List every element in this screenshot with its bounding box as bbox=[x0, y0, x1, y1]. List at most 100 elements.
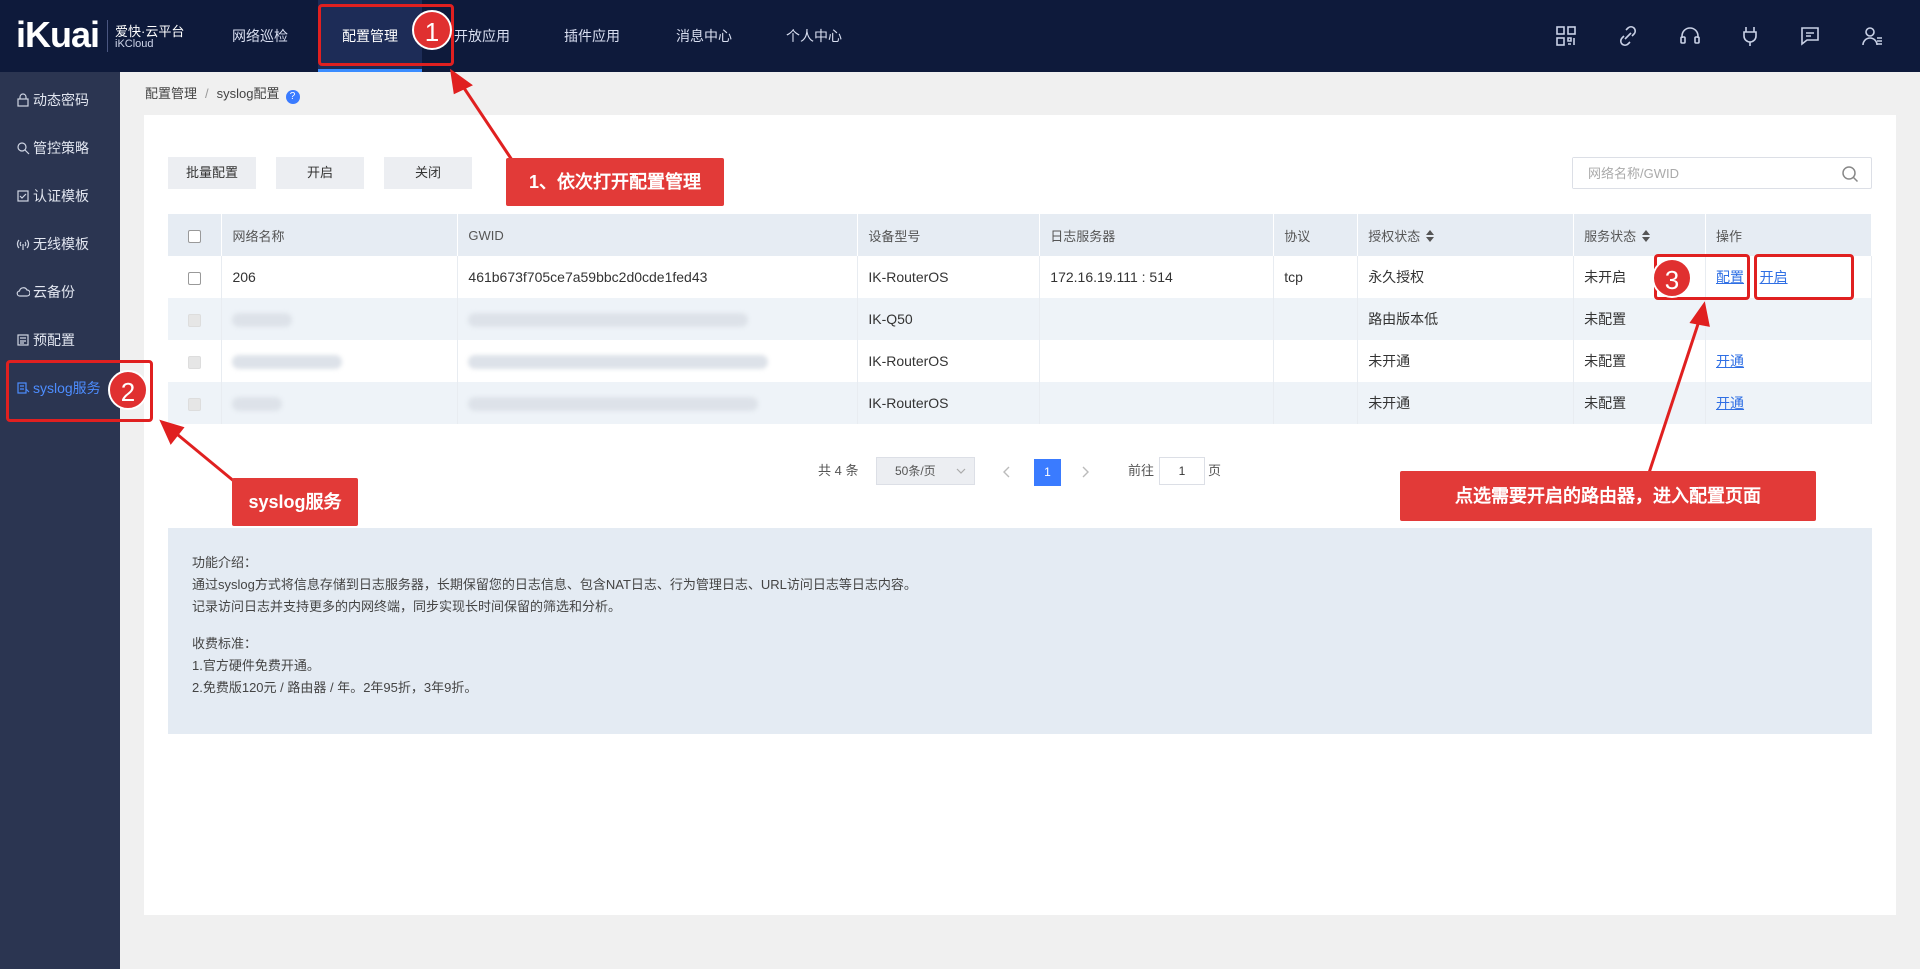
select-all-checkbox[interactable] bbox=[188, 229, 202, 243]
cell-actions: 开通 bbox=[1705, 382, 1872, 424]
logo: iKuai bbox=[16, 14, 100, 55]
grid-icon[interactable] bbox=[1554, 24, 1578, 48]
nav-message-center[interactable]: 消息中心 bbox=[652, 0, 756, 72]
sidebar-item-control-policy[interactable]: 管控策略 bbox=[0, 124, 120, 172]
search-input[interactable] bbox=[1573, 158, 1823, 188]
activate-link[interactable]: 开通 bbox=[1716, 353, 1744, 369]
info-line: 记录访问日志并支持更多的内网终端，同步实现长时间保留的筛选和分析。 bbox=[192, 599, 622, 614]
redacted-mask bbox=[232, 355, 343, 370]
nav-plugin-apps[interactable]: 插件应用 bbox=[540, 0, 644, 72]
step-badge-3: 3 bbox=[1652, 258, 1692, 298]
cell-auth-status: 路由版本低 bbox=[1357, 298, 1575, 340]
cell-network-name-redacted bbox=[221, 340, 459, 382]
breadcrumb-parent[interactable]: 配置管理 bbox=[145, 86, 197, 101]
step-badge-1: 1 bbox=[412, 10, 452, 50]
cell-device-model: IK-RouterOS bbox=[857, 256, 1041, 298]
col-protocol: 协议 bbox=[1273, 214, 1359, 256]
policy-icon bbox=[17, 142, 30, 155]
fee-title: 收费标准： bbox=[192, 636, 258, 651]
wireless-icon bbox=[16, 239, 30, 250]
nav-network-inspection[interactable]: 网络巡检 bbox=[208, 0, 312, 72]
sidebar-item-preconfig[interactable]: 预配置 bbox=[0, 316, 120, 364]
cell-gwid-redacted bbox=[457, 340, 859, 382]
col-service-status-label: 服务状态 bbox=[1584, 228, 1637, 244]
redacted-mask bbox=[232, 397, 283, 412]
row-checkbox[interactable] bbox=[188, 271, 202, 285]
step-badge-2: 2 bbox=[108, 370, 148, 410]
sidebar-item-label: 预配置 bbox=[33, 332, 75, 348]
sidebar-item-auth-template[interactable]: 认证模板 bbox=[0, 172, 120, 220]
col-device-model: 设备型号 bbox=[857, 214, 1041, 256]
page-unit-label: 页 bbox=[1208, 463, 1222, 478]
sidebar-item-wireless-template[interactable]: 无线模板 bbox=[0, 220, 120, 268]
cell-protocol bbox=[1273, 298, 1359, 340]
sidebar: 动态密码 管控策略 认证模板 无线模板 云备份 预配置 syslog服务 bbox=[0, 72, 120, 969]
page-size-value: 50条/页 bbox=[895, 464, 936, 478]
goto-page-input[interactable]: 1 bbox=[1159, 457, 1205, 485]
help-icon[interactable]: ? bbox=[285, 90, 300, 104]
sidebar-item-label: 云备份 bbox=[33, 284, 75, 300]
col-gwid: GWID bbox=[457, 214, 859, 256]
col-auth-status[interactable]: 授权状态 bbox=[1357, 214, 1575, 256]
sidebar-item-cloud-backup[interactable]: 云备份 bbox=[0, 268, 120, 316]
plug-icon[interactable] bbox=[1738, 24, 1762, 48]
batch-config-button[interactable]: 批量配置 bbox=[168, 157, 256, 189]
callout-step-1: 1、依次打开配置管理 bbox=[506, 158, 724, 206]
page-size-select[interactable]: 50条/页 bbox=[876, 457, 975, 485]
cell-network-name-redacted bbox=[221, 382, 459, 424]
auth-template-icon bbox=[17, 190, 29, 202]
pagination-total: 共 4 条 bbox=[818, 463, 859, 478]
highlight-box-enable-link bbox=[1754, 254, 1854, 300]
table-header-row: 网络名称 GWID 设备型号 日志服务器 协议 授权状态 服务状态 操作 bbox=[168, 214, 1872, 256]
headset-icon[interactable] bbox=[1678, 24, 1702, 48]
user-icon[interactable] bbox=[1860, 24, 1884, 48]
table-row[interactable]: IK-Q50 路由版本低 未配置 bbox=[168, 298, 1872, 340]
cell-service-status: 未配置 bbox=[1573, 340, 1707, 382]
table-row[interactable]: IK-RouterOS 未开通 未配置 开通 bbox=[168, 340, 1872, 382]
cell-actions: 开通 bbox=[1705, 340, 1872, 382]
row-checkbox bbox=[188, 355, 202, 369]
row-checkbox bbox=[188, 313, 202, 327]
row-checkbox bbox=[188, 397, 202, 411]
sort-icon[interactable] bbox=[1642, 229, 1651, 242]
chevron-down-icon bbox=[956, 468, 966, 474]
row-select-cell bbox=[168, 382, 223, 424]
page-number-current[interactable]: 1 bbox=[1034, 459, 1061, 486]
nav-personal-center[interactable]: 个人中心 bbox=[762, 0, 866, 72]
disable-button[interactable]: 关闭 bbox=[384, 157, 472, 189]
search-icon[interactable] bbox=[1841, 165, 1859, 183]
cell-network-name-redacted bbox=[221, 298, 459, 340]
search-box bbox=[1572, 157, 1872, 189]
next-page-icon[interactable] bbox=[1080, 466, 1090, 478]
cell-protocol bbox=[1273, 340, 1359, 382]
enable-button[interactable]: 开启 bbox=[276, 157, 364, 189]
col-actions: 操作 bbox=[1705, 214, 1872, 256]
col-service-status[interactable]: 服务状态 bbox=[1573, 214, 1707, 256]
callout-step-3: 点选需要开启的路由器，进入配置页面 bbox=[1400, 471, 1816, 521]
cell-auth-status: 未开通 bbox=[1357, 382, 1575, 424]
col-log-server: 日志服务器 bbox=[1039, 214, 1275, 256]
cell-auth-status: 未开通 bbox=[1357, 340, 1575, 382]
activate-link[interactable]: 开通 bbox=[1716, 395, 1744, 411]
message-icon[interactable] bbox=[1798, 24, 1822, 48]
cell-log-server bbox=[1039, 382, 1275, 424]
preconfig-icon bbox=[17, 334, 29, 346]
link-icon[interactable] bbox=[1616, 24, 1640, 48]
cell-log-server bbox=[1039, 298, 1275, 340]
fee-line: 2.免费版120元 / 路由器 / 年。2年95折，3年9折。 bbox=[192, 680, 478, 695]
cell-log-server: 172.16.19.111 : 514 bbox=[1039, 256, 1275, 298]
prev-page-icon[interactable] bbox=[1002, 466, 1012, 478]
redacted-mask bbox=[468, 397, 759, 412]
table-row[interactable]: 206 461b673f705ce7a59bbc2d0cde1fed43 IK-… bbox=[168, 256, 1872, 298]
cell-service-status: 未配置 bbox=[1573, 382, 1707, 424]
logo-divider bbox=[107, 20, 108, 52]
table-row[interactable]: IK-RouterOS 未开通 未配置 开通 bbox=[168, 382, 1872, 424]
col-auth-status-label: 授权状态 bbox=[1368, 228, 1421, 244]
breadcrumb: 配置管理 / syslog配置? bbox=[145, 83, 300, 104]
cell-network-name: 206 bbox=[221, 256, 459, 298]
cell-device-model: IK-Q50 bbox=[857, 298, 1041, 340]
sort-icon[interactable] bbox=[1426, 229, 1435, 242]
sidebar-item-dynamic-password[interactable]: 动态密码 bbox=[0, 76, 120, 124]
sidebar-item-label: 认证模板 bbox=[33, 188, 89, 204]
